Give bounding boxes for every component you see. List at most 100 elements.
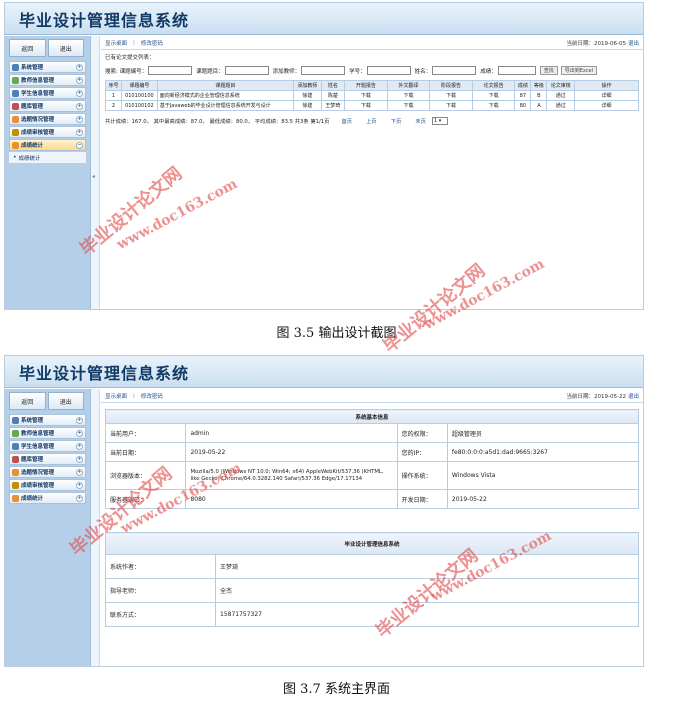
detail-link[interactable]: 详细 bbox=[574, 100, 639, 111]
current-date: 当前日期：2019-05-22 退出 bbox=[567, 392, 639, 400]
expand-icon: + bbox=[76, 430, 83, 437]
return-button[interactable]: 返回 bbox=[9, 39, 46, 57]
first-page-link[interactable]: 首页 bbox=[341, 117, 352, 125]
name-input[interactable] bbox=[432, 66, 477, 75]
column-header: 外文翻译 bbox=[386, 80, 431, 91]
search-button[interactable]: 查找 bbox=[539, 66, 558, 75]
score-label: 成绩： bbox=[480, 68, 497, 75]
download-link[interactable]: 下载 bbox=[471, 100, 516, 111]
column-header: 阶段报告 bbox=[429, 80, 473, 91]
column-header: 序号 bbox=[105, 80, 122, 91]
title-no-label: 课题编号： bbox=[119, 68, 148, 75]
table-cell: 陈楚 bbox=[320, 90, 346, 101]
column-header: 开题报告 bbox=[344, 80, 388, 91]
sidebar-item-score-stats[interactable]: 成绩统计 + bbox=[9, 492, 86, 504]
author-value: 王梦琦 bbox=[215, 554, 639, 579]
sidebar-item-system[interactable]: 系统管理 + bbox=[9, 61, 86, 73]
change-password-link[interactable]: 修改密码 bbox=[141, 39, 163, 47]
change-password-link[interactable]: 修改密码 bbox=[141, 392, 163, 400]
folder-icon bbox=[12, 141, 19, 149]
sidebar-item-question-bank[interactable]: 题库管理 + bbox=[9, 453, 86, 465]
top-bar: 显示桌面 | 修改密码 当前日期：2019-05-22 退出 bbox=[101, 389, 643, 403]
ip-value: fe80:0:0:0:a5d1:dad:9665:3267 bbox=[446, 442, 640, 462]
page-select[interactable]: 1 ▾ bbox=[431, 117, 448, 125]
title-input[interactable] bbox=[224, 66, 269, 75]
page-select-value: 1 bbox=[433, 118, 438, 124]
sidebar-item-students[interactable]: 学生信息管理 + bbox=[9, 440, 86, 452]
sidebar-item-label: 成绩审核管理 bbox=[21, 483, 55, 489]
sidebar-item-students[interactable]: 学生信息管理 + bbox=[9, 87, 86, 99]
sidebar-item-score-review[interactable]: 成绩审核管理 + bbox=[9, 126, 86, 138]
sidebar-item-label: 成绩审核管理 bbox=[21, 130, 55, 136]
table-row: 1 010100100 面向新经济模式的企业管理信息系统 徐建 陈楚 下载 下载… bbox=[105, 90, 639, 101]
sidebar-item-system[interactable]: 系统管理 + bbox=[9, 414, 86, 426]
logout-link[interactable]: 退出 bbox=[628, 41, 639, 47]
column-header: 论文审核 bbox=[546, 80, 576, 91]
logout-link[interactable]: 退出 bbox=[628, 394, 639, 400]
sidebar-item-teachers[interactable]: 教师信息管理 + bbox=[9, 427, 86, 439]
download-link[interactable]: 下载 bbox=[386, 90, 431, 101]
main-panel: 显示桌面 | 修改密码 当前日期：2019-05-22 退出 系统基本信息 当前用… bbox=[101, 389, 643, 666]
sidebar-item-topic-selection[interactable]: 选题情况管理 + bbox=[9, 466, 86, 478]
sidebar-splitter[interactable]: ◂ bbox=[91, 36, 100, 309]
column-header: 课题题目 bbox=[156, 80, 295, 91]
table-cell: 基于Javaweb的毕业设计管理信息系统开发与设计 bbox=[156, 100, 295, 111]
author-label: 系统作者： bbox=[105, 554, 216, 579]
ip-label: 您的IP： bbox=[396, 442, 448, 462]
system-info-table: 系统基本信息 当前用户： admin 您的权限： 超级管理员 当前日期： 201… bbox=[104, 409, 640, 509]
title-no-input[interactable] bbox=[148, 66, 193, 75]
table-cell: A bbox=[530, 100, 548, 111]
download-link[interactable]: 下载 bbox=[386, 100, 431, 111]
table-cell: 徐建 bbox=[293, 90, 322, 101]
show-desktop-link[interactable]: 显示桌面 bbox=[105, 39, 127, 47]
browser-label: 浏览器版本： bbox=[104, 461, 187, 490]
table-cell: 1 bbox=[105, 90, 122, 101]
sidebar-item-teachers[interactable]: 教师信息管理 + bbox=[9, 74, 86, 86]
export-excel-button[interactable]: 导出到Excel bbox=[560, 66, 597, 75]
download-link[interactable]: 下载 bbox=[429, 100, 473, 111]
download-link[interactable]: 下载 bbox=[429, 90, 473, 101]
sidebar-item-label: 系统管理 bbox=[21, 65, 44, 71]
teacher-icon bbox=[12, 76, 19, 84]
sidebar-item-score-stats[interactable]: 成绩统计 − bbox=[9, 139, 86, 151]
sidebar-subitem-score-stats[interactable]: 成绩统计 bbox=[9, 152, 86, 163]
permission-value: 超级管理员 bbox=[446, 423, 640, 443]
logout-button[interactable]: 退出 bbox=[47, 392, 84, 410]
search-prefix: 搜索: bbox=[105, 68, 118, 75]
download-link[interactable]: 下载 bbox=[344, 90, 388, 101]
advisor-label: 指导老师： bbox=[105, 578, 216, 603]
caption-figure-3-7: 图 3.7 系统主界面 bbox=[283, 682, 390, 697]
title-label: 课题题目： bbox=[196, 68, 224, 75]
sidebar-item-label: 教师信息管理 bbox=[21, 78, 55, 84]
sidebar-item-topic-selection[interactable]: 选题情况管理 + bbox=[9, 113, 86, 125]
detail-link[interactable]: 详细 bbox=[574, 90, 639, 101]
name-label: 姓名： bbox=[414, 68, 432, 75]
download-link[interactable]: 下载 bbox=[344, 100, 388, 111]
current-date-text: 当前日期：2019-05-22 bbox=[566, 393, 626, 400]
score-summary: 共计成绩：167.0， 其中最高成绩：87.0， 最低成绩：80.0， 平均成绩… bbox=[105, 119, 330, 125]
browser-value: Mozilla/5.0 (Windows NT 10.0; Win64; x64… bbox=[185, 461, 398, 490]
sidebar-item-score-review[interactable]: 成绩审核管理 + bbox=[9, 479, 86, 491]
return-button[interactable]: 返回 bbox=[9, 392, 46, 410]
screenshot-output-design: 毕业设计管理信息系统 返回 退出 系统管理 + 教师信息管理 + 学生信息管理 + 题… bbox=[4, 2, 644, 310]
table-row: 指导老师： 全杰 bbox=[105, 578, 639, 603]
sidebar-splitter[interactable] bbox=[91, 389, 100, 666]
student-no-input[interactable] bbox=[366, 66, 411, 75]
prev-page-link[interactable]: 上页 bbox=[366, 117, 377, 125]
table-cell: 王梦琦 bbox=[320, 100, 346, 111]
next-page-link[interactable]: 下页 bbox=[391, 117, 402, 125]
last-page-link[interactable]: 末页 bbox=[415, 117, 426, 125]
teacher-input[interactable] bbox=[301, 66, 346, 75]
sidebar-menu: 系统管理 + 教师信息管理 + 学生信息管理 + 题库管理 + 选题情况管理 + 成绩审核… bbox=[9, 414, 86, 504]
collapse-arrow-icon[interactable]: ◂ bbox=[92, 173, 95, 180]
gear-icon bbox=[12, 63, 19, 71]
sidebar-item-question-bank[interactable]: 题库管理 + bbox=[9, 100, 86, 112]
download-link[interactable]: 下载 bbox=[471, 90, 516, 101]
table-cell: 面向新经济模式的企业管理信息系统 bbox=[156, 90, 295, 101]
show-desktop-link[interactable]: 显示桌面 bbox=[105, 392, 127, 400]
expand-icon: + bbox=[76, 90, 83, 97]
logout-button[interactable]: 退出 bbox=[47, 39, 84, 57]
score-input[interactable] bbox=[497, 66, 536, 75]
current-date-text: 当前日期：2019-06-05 bbox=[566, 40, 626, 47]
table-cell: 80 bbox=[514, 100, 532, 111]
